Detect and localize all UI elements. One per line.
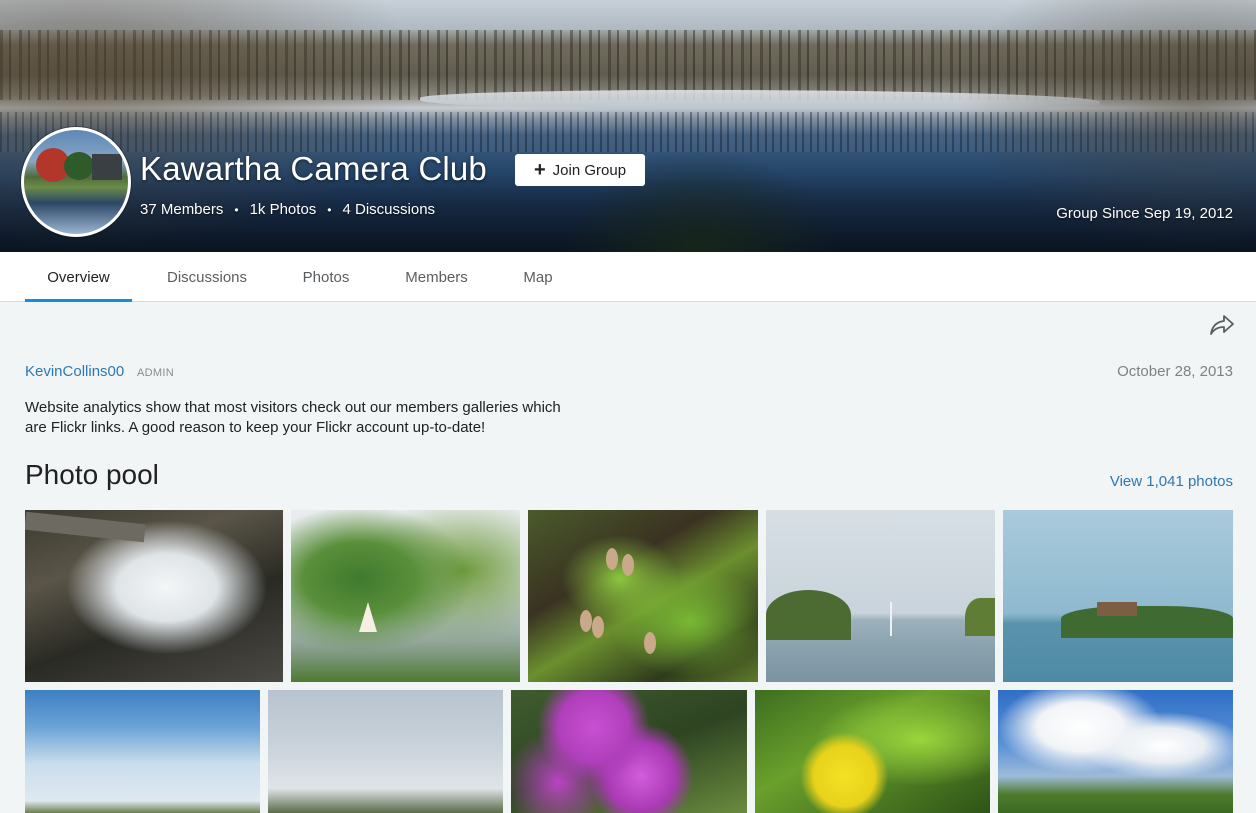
photo-thumbnail-sailboat-shoreline[interactable]	[291, 510, 520, 682]
discussions-count[interactable]: 4 Discussions	[343, 201, 436, 218]
photo-thumbnail-waterfall[interactable]	[25, 510, 283, 682]
photo-island	[1061, 606, 1233, 638]
photo-pod	[580, 610, 592, 632]
group-avatar[interactable]	[21, 127, 131, 237]
photo-thumbnail-branches-seed-pods[interactable]	[528, 510, 758, 682]
photo-house	[1097, 602, 1137, 616]
tab-discussions[interactable]: Discussions	[152, 252, 262, 302]
stats-separator: •	[327, 202, 332, 217]
group-since: Group Since Sep 19, 2012	[1056, 205, 1233, 222]
photos-count[interactable]: 1k Photos	[250, 201, 317, 218]
tab-bar: Overview Discussions Photos Members Map	[0, 252, 1256, 302]
photo-thumbnail-sky-clouds[interactable]	[25, 690, 260, 813]
photo-bridge	[25, 511, 146, 543]
post-date: October 28, 2013	[1117, 363, 1233, 380]
group-stats: 37 Members • 1k Photos • 4 Discussions	[140, 201, 435, 218]
photo-pod	[622, 554, 634, 576]
photo-thumbnail-purple-rhododendron[interactable]	[511, 690, 747, 813]
photo-sail	[359, 602, 377, 632]
view-all-photos-link[interactable]: View 1,041 photos	[1110, 473, 1233, 490]
photo-thumbnail-overcast-lake[interactable]	[268, 690, 503, 813]
photo-thumbnail-yellow-flower[interactable]	[755, 690, 990, 813]
photo-thumbnail-island-lake[interactable]	[1003, 510, 1233, 682]
photo-island	[965, 598, 995, 636]
photo-boat	[890, 602, 892, 636]
tab-overview[interactable]: Overview	[25, 252, 132, 302]
plus-icon: +	[533, 159, 546, 181]
join-group-button[interactable]: + Join Group	[515, 154, 645, 186]
tab-map[interactable]: Map	[508, 252, 568, 302]
photo-pool-title: Photo pool	[25, 459, 159, 490]
join-group-label: Join Group	[552, 161, 627, 179]
stats-separator: •	[234, 202, 239, 217]
post-body: Website analytics show that most visitor…	[25, 399, 561, 436]
photo-pod	[606, 548, 618, 570]
group-title: Kawartha Camera Club	[140, 150, 487, 187]
photo-pod	[592, 616, 604, 638]
post-author-link[interactable]: KevinCollins00	[25, 363, 124, 380]
tab-photos[interactable]: Photos	[285, 252, 367, 302]
photo-thumbnail-clouds-trees[interactable]	[998, 690, 1233, 813]
share-arrow-icon[interactable]	[1209, 313, 1235, 337]
admin-badge: ADMIN	[137, 367, 174, 379]
photo-island	[766, 590, 851, 640]
photo-pod	[644, 632, 656, 654]
photo-thumbnail-lake-sailboat[interactable]	[766, 510, 995, 682]
tab-members[interactable]: Members	[390, 252, 483, 302]
avatar-green-tree	[64, 152, 94, 180]
avatar-building	[92, 154, 122, 180]
members-count[interactable]: 37 Members	[140, 201, 223, 218]
